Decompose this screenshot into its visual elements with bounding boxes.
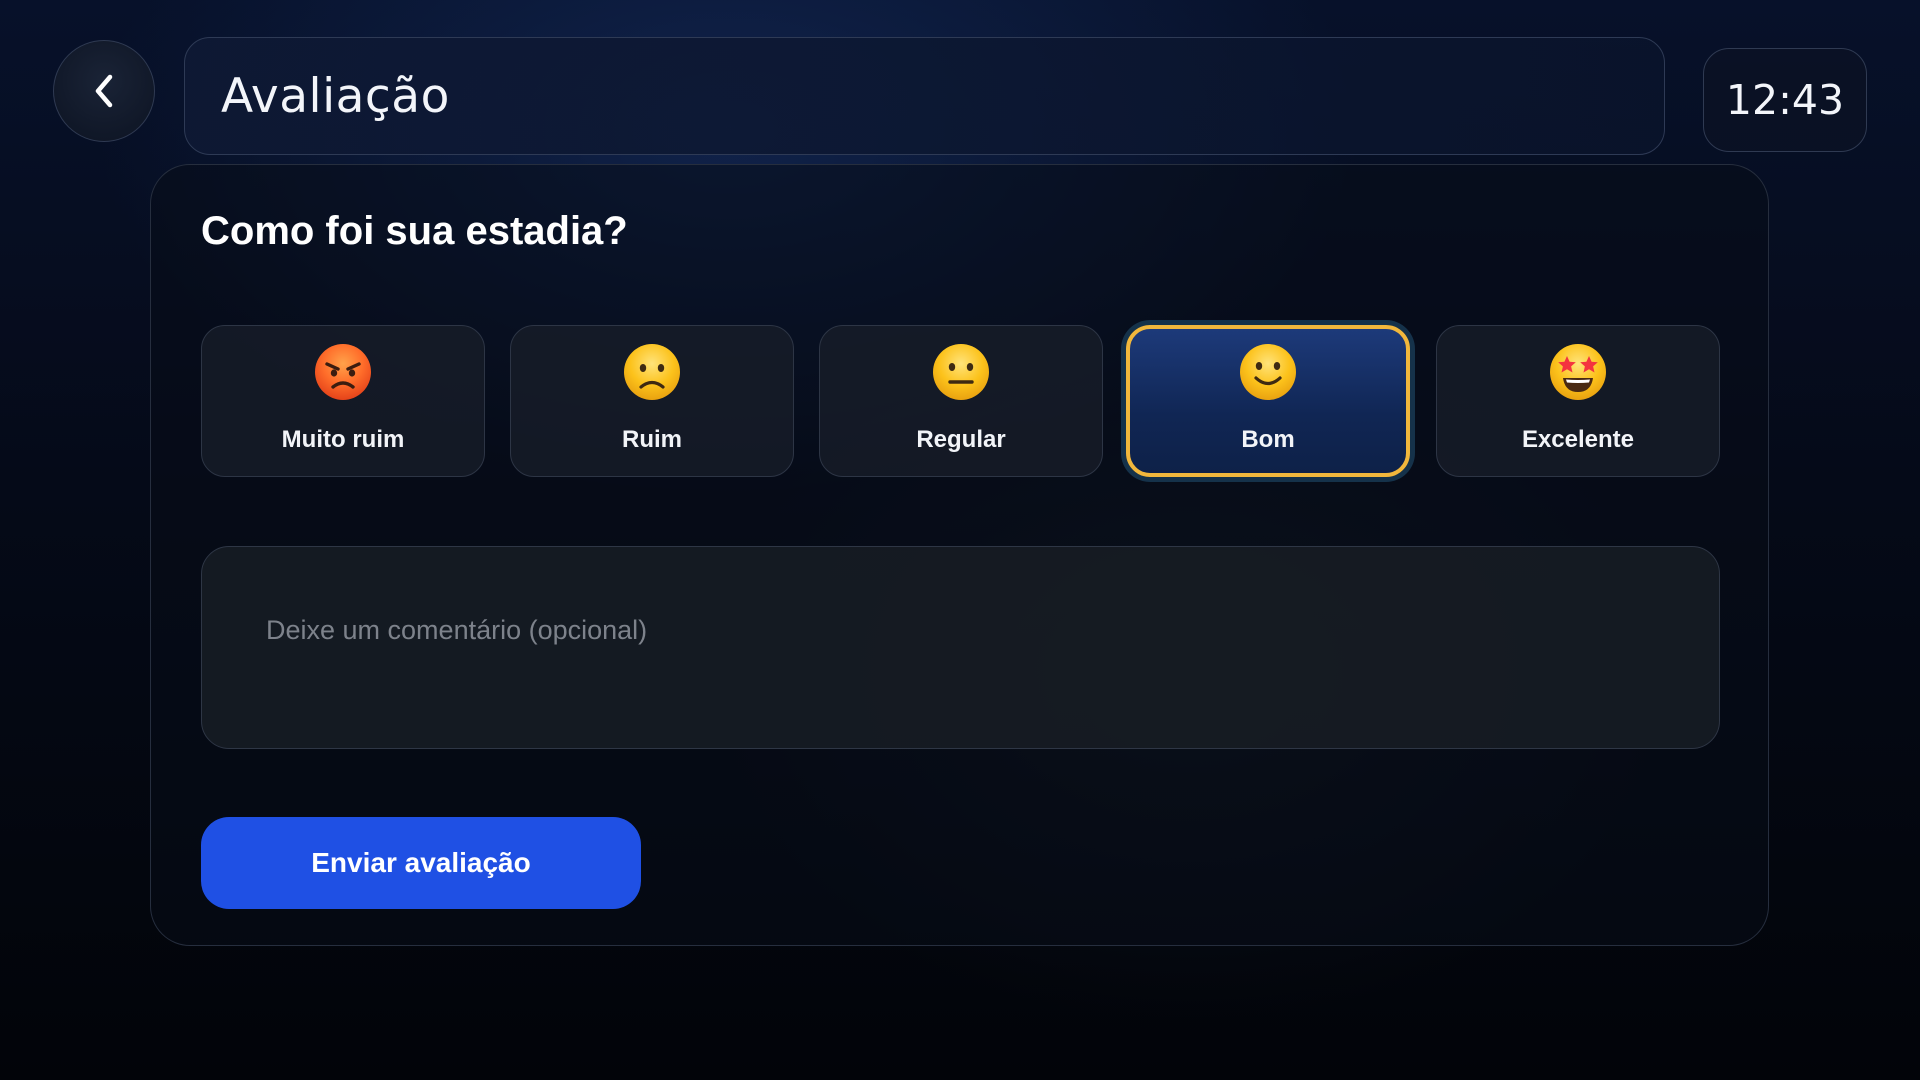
rating-option-label: Ruim — [622, 426, 682, 453]
title-bar: Avaliação — [184, 37, 1665, 155]
rating-option-bom[interactable]: Bom — [1126, 325, 1410, 477]
star-struck-face-icon — [1548, 342, 1608, 407]
rating-option-muito-ruim[interactable]: Muito ruim — [201, 325, 485, 477]
clock: 12:43 — [1703, 48, 1867, 152]
submit-rating-button[interactable]: Enviar avaliação — [201, 817, 641, 909]
frowning-face-icon — [622, 342, 682, 407]
back-button[interactable] — [53, 40, 155, 142]
rating-option-label: Bom — [1241, 426, 1295, 453]
rating-option-regular[interactable]: Regular — [819, 325, 1103, 477]
angry-face-icon — [313, 342, 373, 407]
clock-time: 12:43 — [1725, 76, 1845, 124]
rating-option-ruim[interactable]: Ruim — [510, 325, 794, 477]
rating-question: Como foi sua estadia? — [201, 209, 628, 253]
chevron-left-icon — [89, 71, 119, 111]
slightly-smiling-face-icon — [1238, 342, 1298, 407]
rating-options: Muito ruim Ruim Regular Bom Excelente — [201, 325, 1720, 477]
comment-field[interactable] — [201, 546, 1720, 749]
neutral-face-icon — [931, 342, 991, 407]
rating-option-label: Excelente — [1521, 426, 1635, 453]
rating-option-excelente[interactable]: Excelente — [1436, 325, 1720, 477]
rating-option-label: Muito ruim — [281, 426, 405, 453]
page-title: Avaliação — [221, 68, 450, 124]
rating-option-label: Regular — [916, 426, 1006, 453]
rating-card: Como foi sua estadia? Muito ruim Ruim Re… — [150, 164, 1769, 946]
